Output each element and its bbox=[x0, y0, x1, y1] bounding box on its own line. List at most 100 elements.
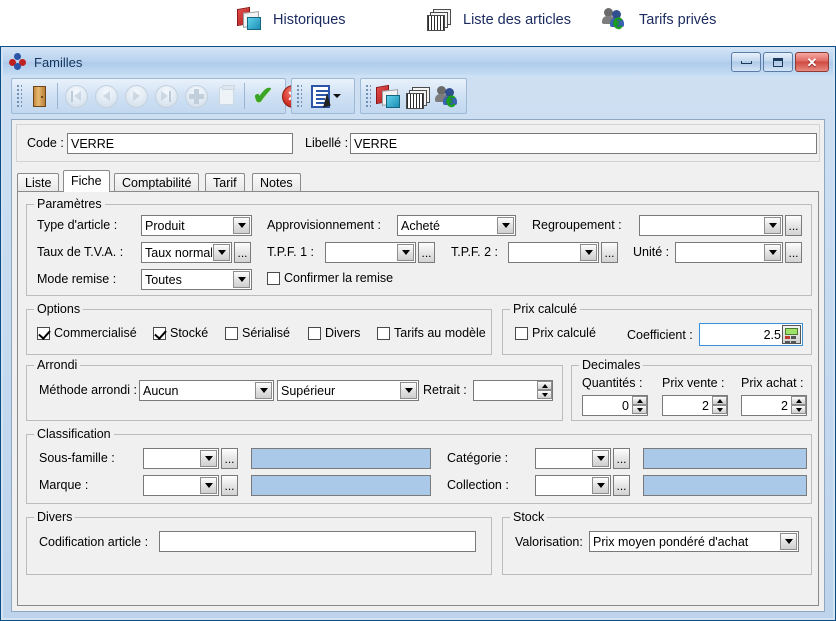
delete-record-button[interactable] bbox=[211, 81, 241, 111]
confirmer-remise-checkbox[interactable]: Confirmer la remise bbox=[267, 271, 393, 285]
stepper-up-icon[interactable] bbox=[791, 396, 806, 405]
option-divers-checkbox[interactable]: Divers bbox=[308, 326, 360, 340]
validate-button[interactable]: ✔ bbox=[248, 81, 278, 111]
chevron-down-icon[interactable] bbox=[400, 382, 417, 399]
tva-select[interactable]: Taux normal bbox=[141, 242, 232, 263]
toolbar-grip[interactable] bbox=[15, 83, 22, 109]
option-tarifs-au-modele-checkbox[interactable]: Tarifs au modèle bbox=[377, 326, 486, 340]
codification-article-input[interactable] bbox=[159, 531, 476, 552]
next-record-button[interactable] bbox=[121, 81, 151, 111]
ribbon-button-liste-des-articles[interactable]: Liste des articles bbox=[426, 6, 571, 33]
chevron-down-icon[interactable] bbox=[255, 382, 272, 399]
categorie-browse-button[interactable]: ... bbox=[613, 448, 630, 469]
unite-browse-button[interactable]: ... bbox=[785, 242, 802, 263]
valorisation-select[interactable]: Prix moyen pondéré d'achat bbox=[589, 531, 799, 552]
window-title: Familles bbox=[34, 55, 82, 70]
stepper-up-icon[interactable] bbox=[632, 396, 647, 405]
chevron-down-icon[interactable] bbox=[592, 477, 609, 494]
type-article-select[interactable]: Produit bbox=[141, 215, 252, 236]
chevron-down-icon[interactable] bbox=[233, 271, 250, 288]
option-stocke-checkbox[interactable]: Stocké bbox=[153, 326, 208, 340]
chevron-down-icon[interactable] bbox=[592, 450, 609, 467]
tab-liste[interactable]: Liste bbox=[17, 173, 59, 192]
stepper-down-icon[interactable] bbox=[537, 390, 552, 399]
categorie-select[interactable] bbox=[535, 448, 611, 469]
chevron-down-icon[interactable] bbox=[764, 244, 781, 261]
last-record-button[interactable] bbox=[151, 81, 181, 111]
option-serialise-checkbox[interactable]: Sérialisé bbox=[225, 326, 290, 340]
sens-arrondi-select[interactable]: Supérieur bbox=[277, 380, 419, 401]
previous-record-button[interactable] bbox=[91, 81, 121, 111]
exit-button[interactable] bbox=[24, 81, 54, 111]
collection-browse-button[interactable]: ... bbox=[613, 475, 630, 496]
chevron-down-icon[interactable] bbox=[213, 244, 230, 261]
collection-select[interactable] bbox=[535, 475, 611, 496]
chevron-down-icon[interactable] bbox=[200, 477, 217, 494]
sous-famille-browse-button[interactable]: ... bbox=[221, 448, 238, 469]
chevron-down-icon[interactable] bbox=[397, 244, 414, 261]
maximize-button[interactable] bbox=[763, 52, 793, 72]
methode-arrondi-select[interactable]: Aucun bbox=[139, 380, 274, 401]
first-record-button[interactable] bbox=[61, 81, 91, 111]
tpf2-select[interactable] bbox=[508, 242, 599, 263]
stepper-down-icon[interactable] bbox=[791, 405, 806, 414]
tab-comptabilite[interactable]: Comptabilité bbox=[114, 173, 199, 192]
option-commercialise-checkbox[interactable]: Commercialisé bbox=[37, 326, 137, 340]
mode-remise-select[interactable]: Toutes bbox=[141, 269, 252, 290]
tpf2-browse-button[interactable]: ... bbox=[601, 242, 618, 263]
prix-achat-stepper[interactable]: 2 bbox=[741, 395, 807, 416]
close-button[interactable]: ✕ bbox=[795, 52, 829, 72]
ribbon-button-tarifs-prives[interactable]: € Tarifs privés bbox=[602, 6, 716, 33]
stepper-up-icon[interactable] bbox=[537, 381, 552, 390]
tab-fiche[interactable]: Fiche bbox=[63, 170, 110, 192]
toolbar-historiques-button[interactable] bbox=[373, 81, 403, 111]
regroupement-select[interactable] bbox=[639, 215, 783, 236]
libelle-input[interactable]: VERRE bbox=[350, 133, 817, 154]
chevron-down-icon[interactable] bbox=[233, 217, 250, 234]
code-input[interactable]: VERRE bbox=[67, 133, 293, 154]
toolbar-grip[interactable] bbox=[295, 83, 302, 109]
chevron-down-icon[interactable] bbox=[333, 94, 341, 98]
chevron-down-icon[interactable] bbox=[200, 450, 217, 467]
window-titlebar[interactable]: Familles ✕ bbox=[3, 49, 833, 75]
tpf1-select[interactable] bbox=[325, 242, 416, 263]
toolbar-liste-articles-button[interactable] bbox=[403, 81, 433, 111]
unite-select[interactable] bbox=[675, 242, 783, 263]
add-record-button[interactable] bbox=[181, 81, 211, 111]
chevron-down-icon[interactable] bbox=[764, 217, 781, 234]
marque-select[interactable] bbox=[143, 475, 219, 496]
chevron-down-icon[interactable] bbox=[780, 533, 797, 550]
chevron-down-icon[interactable] bbox=[497, 217, 514, 234]
quantites-stepper[interactable]: 0 bbox=[582, 395, 648, 416]
toolbar-tarifs-prives-button[interactable]: € bbox=[433, 81, 463, 111]
retrait-stepper[interactable] bbox=[473, 380, 553, 401]
stepper-buttons[interactable] bbox=[537, 381, 552, 400]
tpf1-browse-button[interactable]: ... bbox=[418, 242, 435, 263]
checkbox-icon bbox=[515, 327, 528, 340]
tab-tarif[interactable]: Tarif bbox=[205, 173, 245, 192]
stepper-down-icon[interactable] bbox=[712, 405, 727, 414]
tab-notes[interactable]: Notes bbox=[252, 173, 301, 192]
ribbon-button-historiques[interactable]: Historiques bbox=[236, 6, 346, 33]
prix-calcule-checkbox[interactable]: Prix calculé bbox=[515, 326, 596, 340]
calculator-icon[interactable] bbox=[782, 325, 801, 344]
prix-vente-stepper[interactable]: 2 bbox=[662, 395, 728, 416]
prix-achat-label: Prix achat : bbox=[741, 376, 804, 390]
toolbar-grip[interactable] bbox=[364, 83, 371, 109]
stepper-up-icon[interactable] bbox=[712, 396, 727, 405]
reports-button[interactable] bbox=[304, 81, 348, 111]
stepper-down-icon[interactable] bbox=[632, 405, 647, 414]
chevron-down-icon[interactable] bbox=[580, 244, 597, 261]
stepper-buttons[interactable] bbox=[712, 396, 727, 415]
methode-arrondi-label: Méthode arrondi : bbox=[39, 383, 137, 397]
tva-browse-button[interactable]: ... bbox=[234, 242, 251, 263]
minimize-button[interactable] bbox=[731, 52, 761, 72]
marque-browse-button[interactable]: ... bbox=[221, 475, 238, 496]
sous-famille-select[interactable] bbox=[143, 448, 219, 469]
tab-page-fiche: Paramètres Type d'article : Produit Appr… bbox=[17, 191, 819, 606]
approvisionnement-select[interactable]: Acheté bbox=[397, 215, 516, 236]
stepper-buttons[interactable] bbox=[791, 396, 806, 415]
coefficient-input[interactable]: 2.5 bbox=[699, 323, 803, 346]
regroupement-browse-button[interactable]: ... bbox=[785, 215, 802, 236]
stepper-buttons[interactable] bbox=[632, 396, 647, 415]
